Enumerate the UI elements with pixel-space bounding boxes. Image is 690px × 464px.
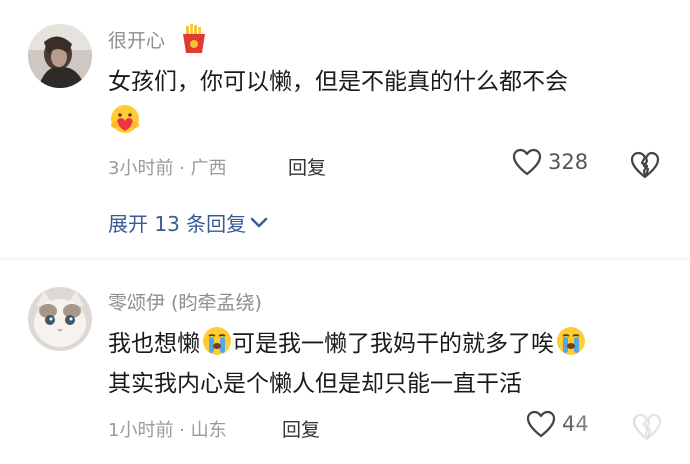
avatar[interactable] xyxy=(28,287,92,351)
comment-text: 我也想懒 可是我一懒了我妈干的就多了唉 其实我内心是个懒人但是却只能一直干活 xyxy=(108,324,586,404)
comment-item: 零颂伊 (盷牵孟绕) 我也想懒 可是我一懒了我妈干的就多了唉 其实我内心是个懒人… xyxy=(0,0,690,464)
crying-emoji-icon xyxy=(201,325,231,355)
comment-text-line: 我也想懒 xyxy=(108,331,200,357)
timestamp: 1小时前 xyxy=(108,420,174,441)
comment-text-line: 可是我一懒了我妈干的就多了唉 xyxy=(232,331,554,357)
meta-separator: · xyxy=(173,420,191,441)
reply-button[interactable]: 回复 xyxy=(282,415,320,442)
comment-meta: 1小时前 · 山东 xyxy=(108,416,227,442)
heart-icon xyxy=(526,410,556,438)
bottom-fade-overlay xyxy=(560,404,690,464)
location: 山东 xyxy=(190,420,227,441)
username[interactable]: 零颂伊 (盷牵孟绕) xyxy=(108,288,262,315)
crying-emoji-icon xyxy=(555,325,585,355)
comment-text-line: 其实我内心是个懒人但是却只能一直干活 xyxy=(108,371,522,397)
